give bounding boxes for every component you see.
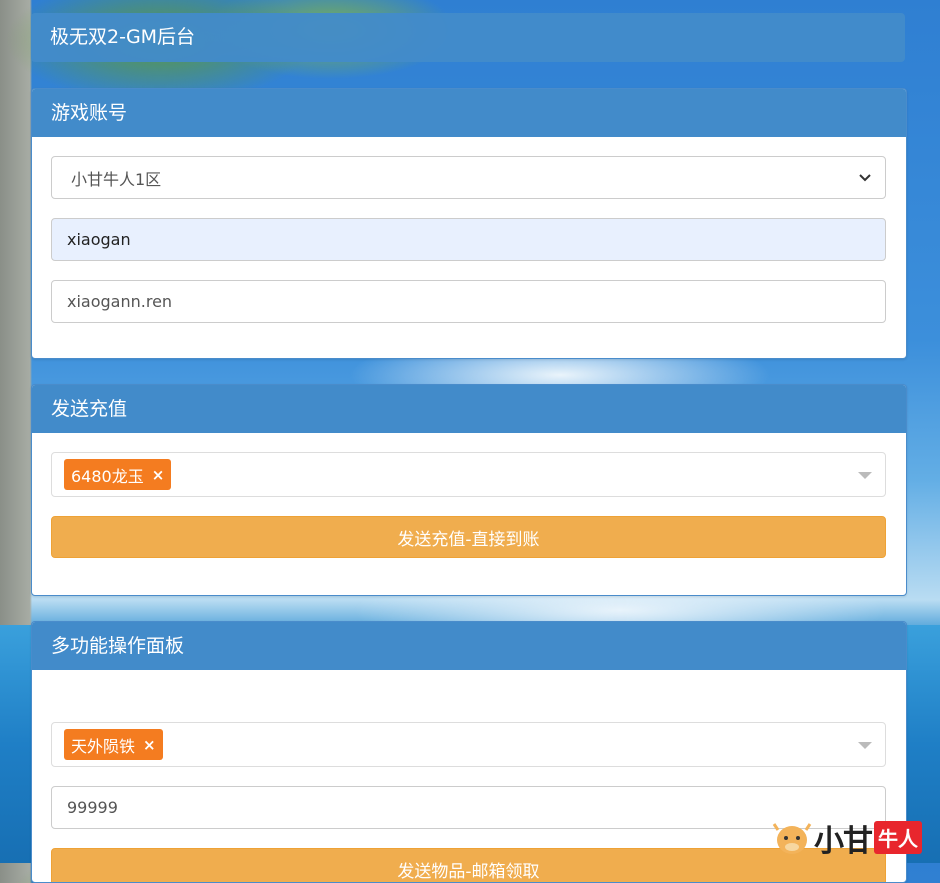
recharge-tag-label: 6480龙玉 xyxy=(71,466,144,486)
item-multiselect[interactable]: 天外陨铁 × xyxy=(51,722,886,767)
username-value: xiaogan xyxy=(67,230,131,249)
recharge-panel-title: 发送充值 xyxy=(32,385,906,433)
page-title: 极无双2-GM后台 xyxy=(50,26,196,48)
watermark-text: 小甘 xyxy=(814,823,873,859)
item-tag: 天外陨铁 × xyxy=(64,729,163,760)
server-select-value: 小甘牛人1区 xyxy=(71,169,162,189)
watermark-badge: 牛人 xyxy=(874,821,922,854)
page-title-bar: 极无双2-GM后台 xyxy=(31,13,905,62)
account-panel: 游戏账号 小甘牛人1区 xiaogan xiaogann.ren xyxy=(31,88,907,359)
recharge-multiselect[interactable]: 6480龙玉 × xyxy=(51,452,886,497)
remove-tag-icon[interactable]: × xyxy=(143,736,156,754)
quantity-input[interactable]: 99999 xyxy=(51,786,886,829)
quantity-value: 99999 xyxy=(67,798,118,817)
dropdown-caret-icon[interactable] xyxy=(858,742,872,749)
watermark-logo: 小甘 牛人 xyxy=(772,812,940,863)
account-panel-title: 游戏账号 xyxy=(32,89,906,137)
dropdown-caret-icon[interactable] xyxy=(858,472,872,479)
multi-panel-title: 多功能操作面板 xyxy=(32,622,906,670)
remove-tag-icon[interactable]: × xyxy=(152,466,165,484)
recharge-tag: 6480龙玉 × xyxy=(64,459,172,490)
password-input[interactable]: xiaogann.ren xyxy=(51,280,886,323)
chevron-down-icon xyxy=(859,174,871,182)
recharge-panel: 发送充值 6480龙玉 × 发送充值-直接到账 xyxy=(31,384,907,596)
cow-mascot-icon xyxy=(772,822,812,854)
send-recharge-button[interactable]: 发送充值-直接到账 xyxy=(51,516,886,558)
send-item-button[interactable]: 发送物品-邮箱领取 xyxy=(51,848,886,882)
item-tag-label: 天外陨铁 xyxy=(71,736,136,756)
server-select[interactable]: 小甘牛人1区 xyxy=(51,156,886,199)
password-value: xiaogann.ren xyxy=(67,292,173,311)
username-input[interactable]: xiaogan xyxy=(51,218,886,261)
